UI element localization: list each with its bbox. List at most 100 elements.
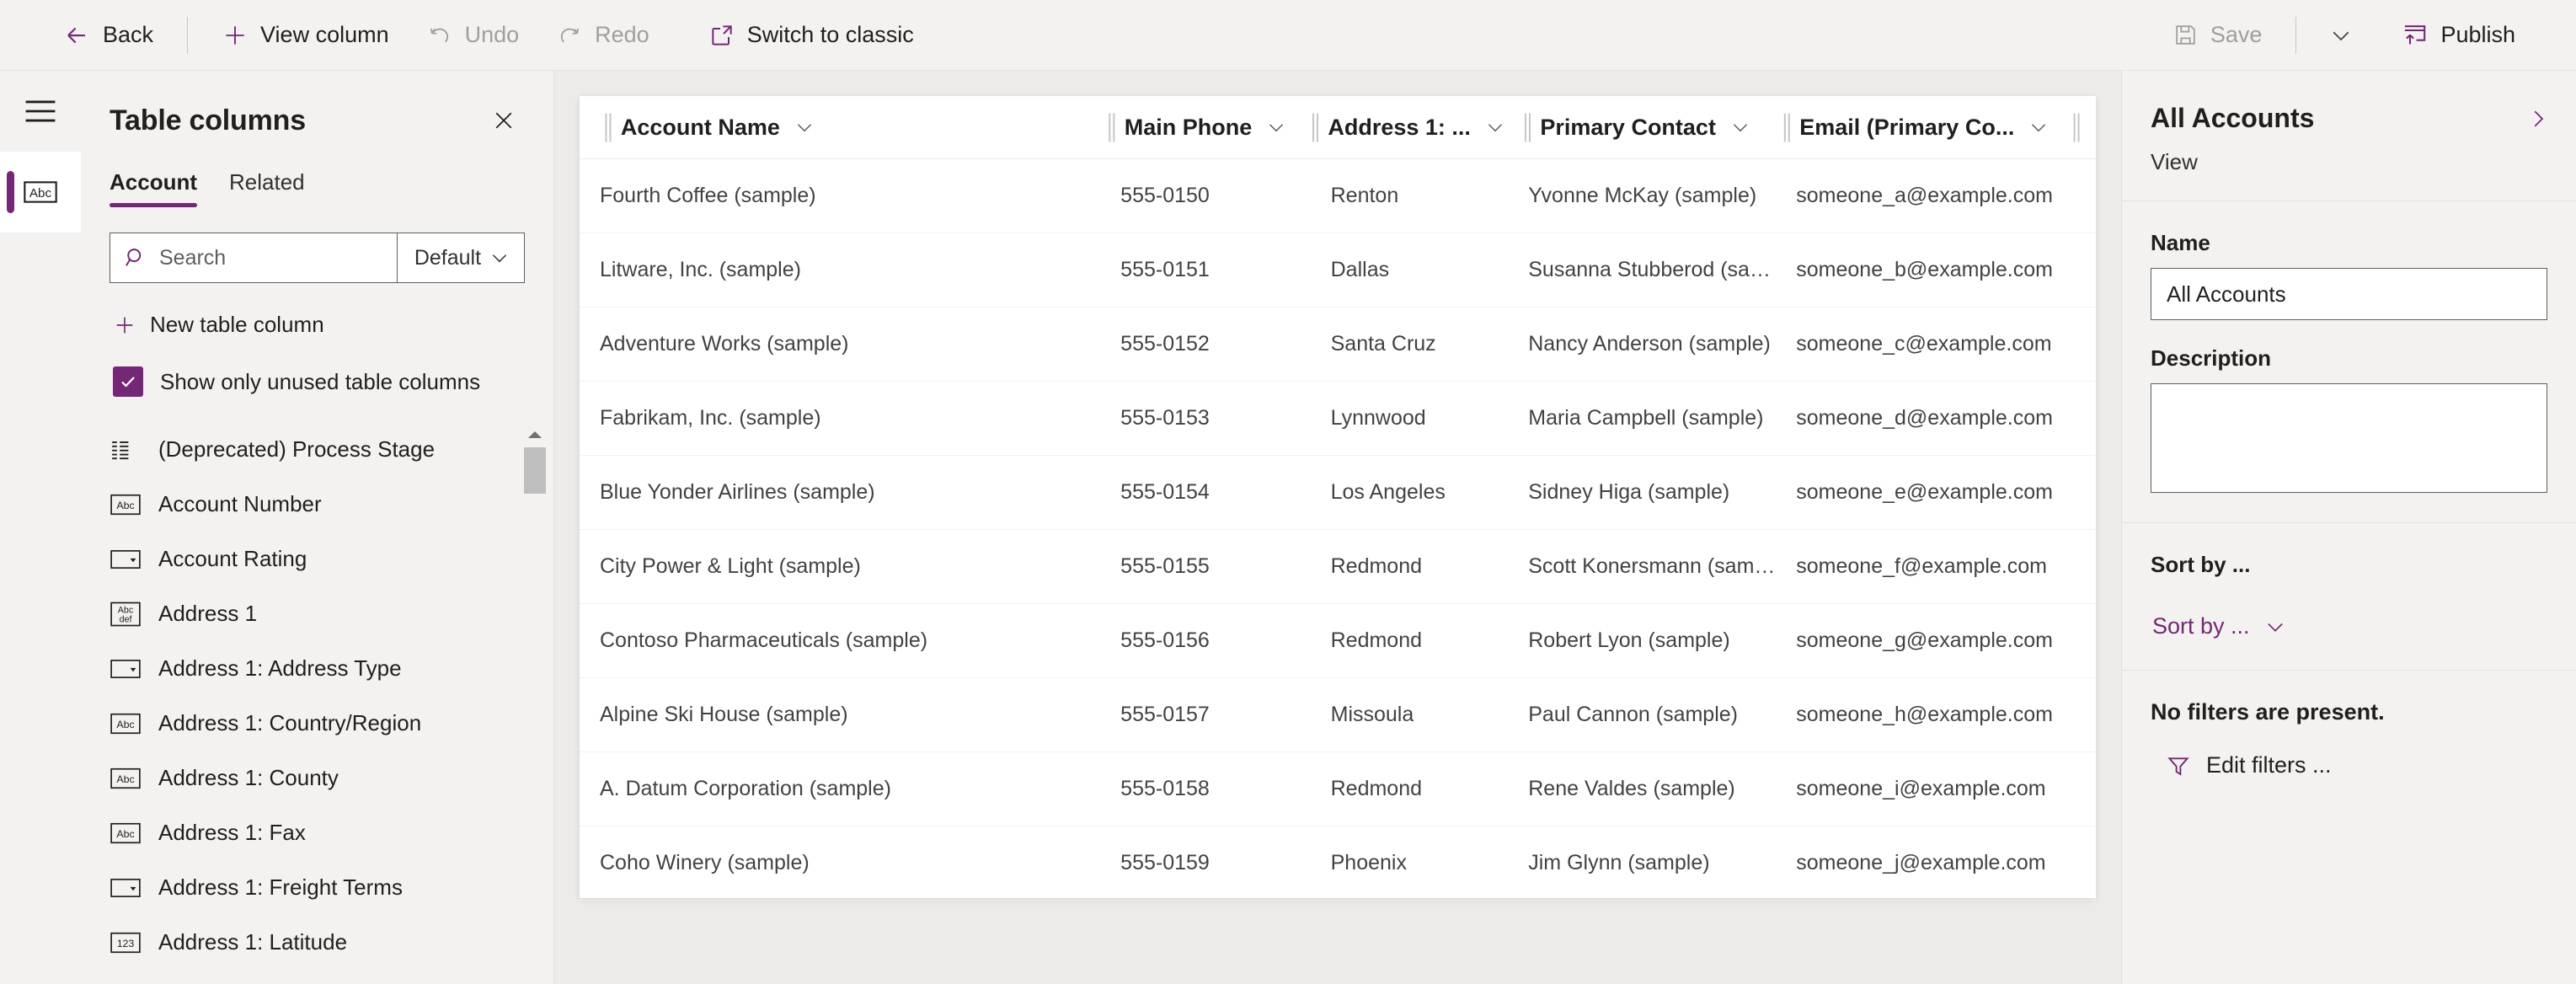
hamburger-menu-button[interactable]	[0, 71, 81, 152]
table-column-list-item[interactable]: Abc Address 1: Fax	[110, 805, 516, 860]
grid-cell-account: Fabrikam, Inc. (sample)	[600, 406, 821, 430]
column-resize-grip-icon[interactable]: ║	[600, 114, 617, 141]
save-button[interactable]: Save	[2154, 11, 2281, 60]
grid-cell-email: someone_g@example.com	[1796, 628, 2053, 652]
edit-filters-label: Edit filters ...	[2206, 752, 2332, 778]
svg-text:Abc: Abc	[118, 605, 134, 615]
grid-cell-phone: 555-0150	[1120, 184, 1210, 207]
sort-by-dropdown-label: Sort by ...	[2152, 613, 2250, 639]
chevron-down-icon[interactable]	[1729, 116, 1751, 138]
switch-to-classic-button[interactable]: Switch to classic	[690, 11, 933, 60]
grid-row[interactable]: Litware, Inc. (sample) 555-0151 Dallas Susa…	[580, 233, 2096, 308]
grid-cell-account: Contoso Pharmaceuticals (sample)	[600, 628, 928, 652]
redo-button[interactable]: Redo	[537, 11, 668, 60]
command-bar-left-group: Back View column Undo Redo Switch to cla…	[0, 11, 933, 60]
show-only-unused-checkbox[interactable]	[113, 366, 143, 397]
name-field[interactable]	[2151, 268, 2547, 320]
search-input[interactable]	[159, 245, 383, 270]
grid-row[interactable]: Coho Winery (sample) 555-0159 Phoenix Jim G…	[580, 826, 2096, 901]
search-box[interactable]	[110, 233, 397, 282]
redo-button-label: Redo	[595, 22, 649, 47]
tab-related[interactable]: Related	[229, 169, 305, 207]
expand-properties-button[interactable]	[2525, 106, 2551, 131]
sort-by-dropdown[interactable]: Sort by ...	[2151, 608, 2292, 644]
table-column-list-item[interactable]: (Deprecated) Process Stage	[110, 422, 516, 477]
sort-by-label: Sort by ...	[2151, 552, 2251, 577]
view-column-button[interactable]: View column	[203, 11, 408, 60]
table-column-list-item-label: Address 1: Country/Region	[158, 710, 422, 735]
grid-row[interactable]: City Power & Light (sample) 555-0155 Redmo…	[580, 530, 2096, 604]
rail-item-columns[interactable]: Abc	[0, 152, 81, 233]
close-panel-button[interactable]	[488, 104, 520, 141]
chevron-down-icon[interactable]	[2028, 116, 2050, 138]
properties-title-row: All Accounts	[2151, 103, 2551, 134]
save-options-chevron-button[interactable]	[2311, 11, 2370, 60]
column-resize-grip-icon[interactable]: ║	[1307, 114, 1324, 141]
grid-row[interactable]: A. Datum Corporation (sample) 555-0158 Red…	[580, 752, 2096, 826]
grid-cell-contact: Scott Konersmann (sample)	[1528, 554, 1783, 578]
grid-cell-account: City Power & Light (sample)	[600, 554, 861, 578]
grid-column-header[interactable]: ║ Primary Contact	[1506, 96, 1766, 158]
grid-cell-phone: 555-0153	[1120, 406, 1210, 430]
table-columns-scrollbar[interactable]	[523, 422, 547, 984]
grid-row[interactable]: Fabrikam, Inc. (sample) 555-0153 Lynnwood M…	[580, 382, 2096, 456]
grid-row[interactable]: Fourth Coffee (sample) 555-0150 Renton Yvon…	[580, 159, 2096, 233]
grid-row[interactable]: Blue Yonder Airlines (sample) 555-0154 Los…	[580, 456, 2096, 530]
column-resize-grip-icon[interactable]: ║	[1778, 114, 1795, 141]
table-column-list-item[interactable]: Address 1: Address Type	[110, 641, 516, 696]
table-column-list-item-label: Account Rating	[158, 546, 307, 571]
optionset-icon	[110, 659, 142, 679]
grid-cell-city: Lynnwood	[1330, 406, 1426, 430]
description-field[interactable]	[2151, 383, 2547, 493]
table-column-list-item-label: Account Number	[158, 491, 322, 516]
publish-icon	[2401, 21, 2429, 49]
column-filter-value: Default	[414, 245, 482, 270]
table-column-list-item[interactable]: Account Rating	[110, 532, 516, 586]
grid-header-trailing-grip[interactable]: ║	[2068, 114, 2096, 141]
grid-column-header[interactable]: ║ Main Phone	[1090, 96, 1294, 158]
redo-icon	[556, 22, 583, 49]
chevron-down-icon	[2328, 23, 2354, 48]
table-column-list-item[interactable]: 123 Address 1: Latitude	[110, 915, 516, 970]
svg-text:Abc: Abc	[29, 186, 52, 201]
table-column-list-item[interactable]: Address 1: Freight Terms	[110, 860, 516, 915]
chevron-down-icon[interactable]	[1265, 116, 1287, 138]
grid-column-header[interactable]: ║ Email (Primary Co...	[1765, 96, 2068, 158]
grid-row[interactable]: Contoso Pharmaceuticals (sample) 555-0156…	[580, 604, 2096, 678]
undo-button[interactable]: Undo	[408, 11, 538, 60]
back-button[interactable]: Back	[44, 11, 172, 60]
number-123-icon: 123	[110, 932, 142, 954]
chevron-down-icon[interactable]	[1484, 116, 1506, 138]
tab-account[interactable]: Account	[110, 169, 197, 207]
publish-button[interactable]: Publish	[2382, 11, 2534, 60]
grid-row[interactable]: Alpine Ski House (sample) 555-0157 Missoul…	[580, 678, 2096, 752]
table-column-list-item[interactable]: Abc Address 1: County	[110, 751, 516, 805]
show-only-unused-checkbox-row[interactable]: Show only unused table columns	[110, 363, 525, 400]
table-column-list-item[interactable]: Abc Account Number	[110, 477, 516, 532]
designer-canvas: ║ Account Name ║ Main Phone ║ Address 1: ... ║…	[554, 71, 2121, 984]
grid-cell-account: Adventure Works (sample)	[600, 332, 849, 356]
edit-filters-button[interactable]: Edit filters ...	[2161, 747, 2337, 783]
table-column-list-item[interactable]: Abc def Address 1	[110, 586, 516, 641]
column-filter-select[interactable]: Default	[396, 233, 524, 282]
publish-button-label: Publish	[2440, 22, 2515, 47]
new-table-column-button[interactable]: New table column	[110, 305, 525, 345]
abc-icon: Abc	[110, 767, 142, 789]
svg-text:123: 123	[117, 938, 135, 949]
grid-column-header[interactable]: ║ Account Name	[586, 96, 1090, 158]
chevron-down-icon[interactable]	[794, 116, 815, 138]
properties-header: All Accounts View	[2122, 71, 2576, 201]
column-resize-grip-icon[interactable]: ║	[1104, 114, 1120, 141]
grid-column-header[interactable]: ║ Address 1: ...	[1294, 96, 1506, 158]
column-resize-grip-icon[interactable]: ║	[1520, 114, 1537, 141]
scroll-up-arrow-icon[interactable]	[523, 425, 547, 444]
grid-row[interactable]: Adventure Works (sample) 555-0152 Santa Cr…	[580, 308, 2096, 382]
table-column-list-item-label: Address 1: Address Type	[158, 655, 402, 681]
scrollbar-thumb[interactable]	[524, 447, 546, 494]
optionset-icon	[110, 878, 142, 898]
table-column-list-item-label: Address 1: Freight Terms	[158, 874, 403, 900]
table-column-list-item[interactable]: Abc Address 1: Country/Region	[110, 696, 516, 751]
grid-cell-contact: Jim Glynn (sample)	[1528, 851, 1710, 874]
column-resize-grip-icon[interactable]: ║	[2068, 114, 2085, 141]
grid-column-header-label: Email (Primary Co...	[1799, 114, 2015, 140]
